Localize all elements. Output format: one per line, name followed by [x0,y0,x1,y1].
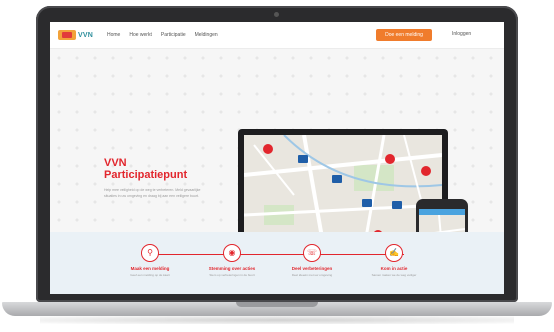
nav-item-how-it-works[interactable]: Hoe werkt [129,32,152,38]
step-item-vote[interactable]: ◉ Stemming over acties Stem op verbeteri… [192,244,272,277]
laptop-screen: VVN Home Hoe werkt Participatie Meldinge… [50,22,504,294]
laptop-shadow [40,316,514,324]
logo-text: VVN [78,31,93,39]
map-marker-blue[interactable] [298,155,308,163]
step-subtitle: Geef een melding op de kaart [130,273,170,277]
laptop-base-notch [236,302,318,307]
map-marker-red[interactable] [385,154,395,164]
webcam-icon [274,12,279,17]
hero-description: Help mee veiligheid op de weg te verbete… [104,188,201,198]
step-title: Deel verbeteringen [291,266,333,271]
hero-title-line-2: Participatiepunt [104,169,188,181]
logo-icon [58,30,76,40]
login-link[interactable]: Inloggen [452,31,471,37]
step-subtitle: Deel ideeën met uw omgeving [291,273,333,277]
step-item-share[interactable]: ☏ Deel verbeteringen Deel ideeën met uw … [272,244,352,277]
nav-item-participation[interactable]: Participatie [161,32,186,38]
step-item-act[interactable]: ✍ Kom in actie Samen maken we de weg vei… [354,244,434,277]
step-title: Kom in actie [380,266,408,271]
steps-section: ⚲ Maak een melding Geef een melding op d… [50,232,504,294]
hero-title: VVN Participatiepunt [104,157,224,181]
site-logo[interactable]: VVN [58,30,93,40]
map-marker-blue[interactable] [362,199,372,207]
target-icon: ◉ [223,244,241,262]
map-marker-blue[interactable] [332,175,342,183]
hero-section: VVN Participatiepunt Help mee veiligheid… [50,49,504,291]
site-header: VVN Home Hoe werkt Participatie Meldinge… [50,22,504,49]
hero-title-line-1: VVN [104,157,127,169]
step-title: Maak een melding [130,266,170,271]
step-subtitle: Stem op verbeteringen in de buurt [209,273,255,277]
map-marker-blue[interactable] [392,201,402,209]
nav-item-home[interactable]: Home [107,32,120,38]
map-marker-red[interactable] [421,166,431,176]
chat-icon: ☏ [303,244,321,262]
step-subtitle: Samen maken we de weg veiliger [371,273,417,277]
step-item-report[interactable]: ⚲ Maak een melding Geef een melding op d… [110,244,190,277]
nav-item-reports[interactable]: Meldingen [195,32,218,38]
main-nav: Home Hoe werkt Participatie Meldingen [107,32,218,38]
step-title: Stemming over acties [208,266,256,271]
location-pin-icon: ⚲ [141,244,159,262]
thumbs-up-icon: ✍ [385,244,403,262]
report-button[interactable]: Doe een melding [376,29,432,41]
laptop-frame: VVN Home Hoe werkt Participatie Meldinge… [36,6,518,302]
laptop-base [2,302,552,316]
map-marker-red[interactable] [263,144,273,154]
